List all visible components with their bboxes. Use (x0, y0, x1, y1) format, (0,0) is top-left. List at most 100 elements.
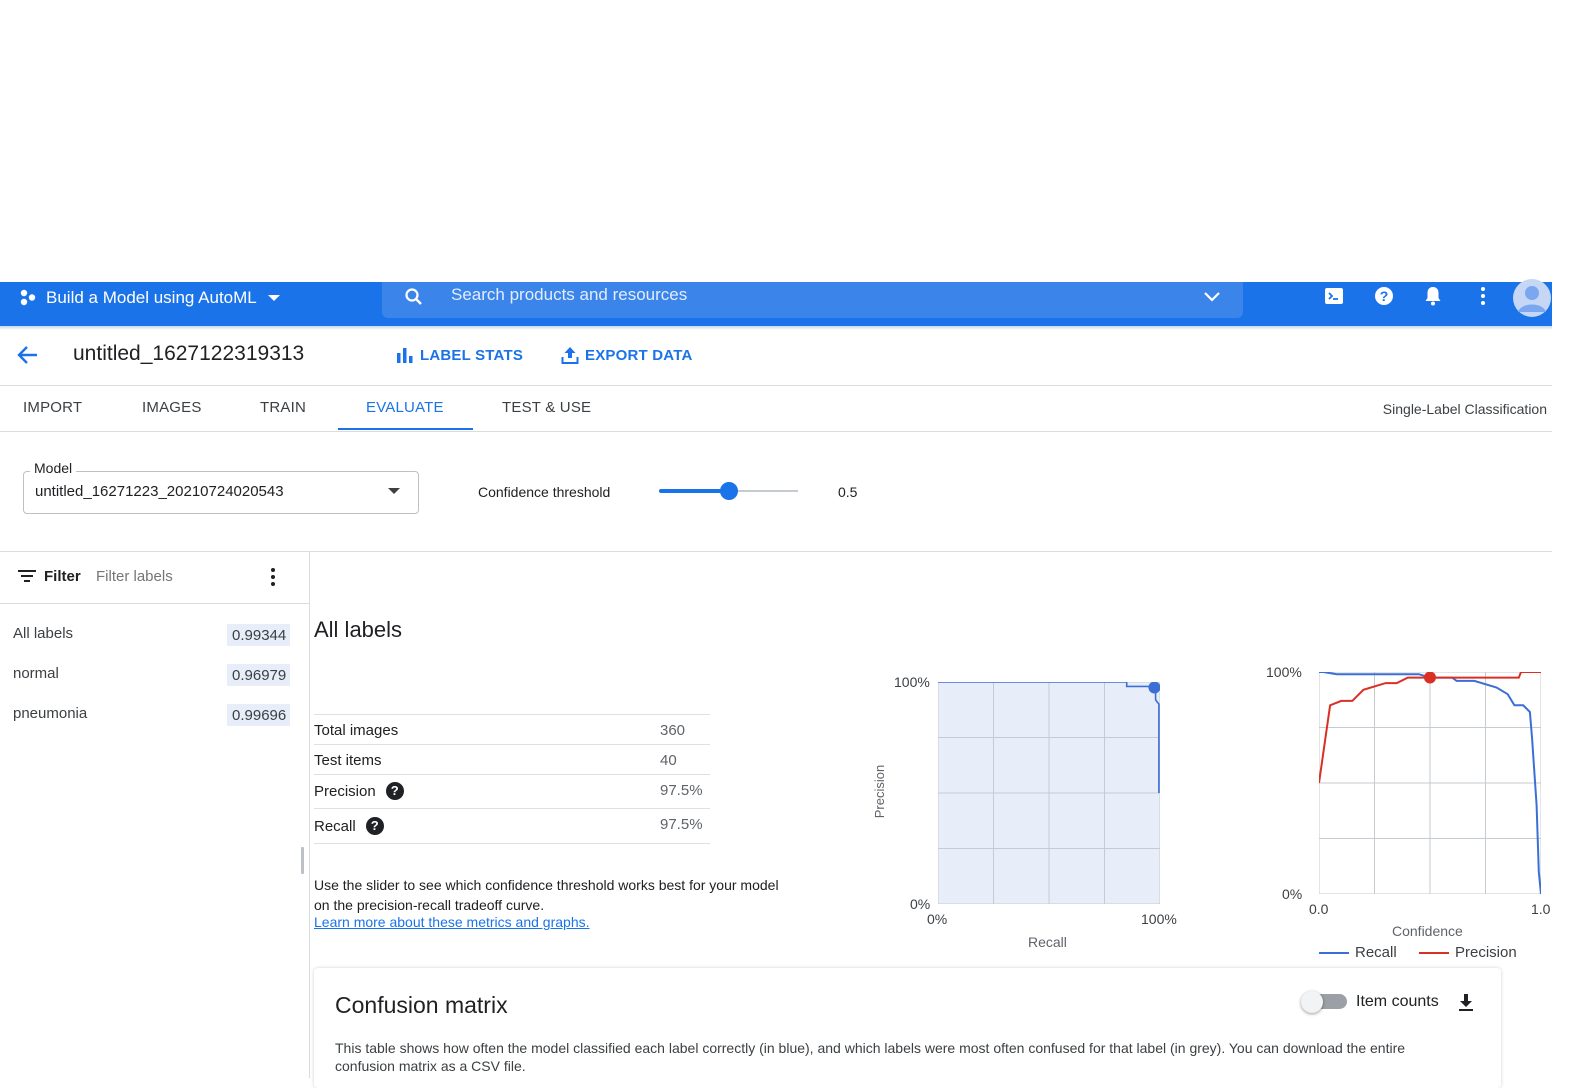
precision-recall-chart (938, 682, 1160, 904)
search-input[interactable]: Search products and resources (451, 285, 687, 305)
topbar-shadow (0, 326, 1552, 330)
metric-value: 97.5% (660, 782, 703, 799)
more-vert-icon[interactable] (1471, 284, 1495, 308)
pr-y-top-tick: 100% (894, 674, 930, 690)
item-counts-label: Item counts (1356, 993, 1439, 1010)
label-name: All labels (13, 625, 74, 642)
conf-y-top-tick: 100% (1266, 664, 1302, 680)
notifications-icon[interactable] (1421, 284, 1445, 308)
tab-evaluate[interactable]: EVALUATE (366, 399, 444, 416)
label-score: 0.96979 (227, 664, 290, 686)
export-data-label: EXPORT DATA (585, 346, 693, 364)
dropdown-arrow-icon (267, 291, 281, 305)
tab-images[interactable]: IMAGES (142, 399, 202, 416)
filter-divider (0, 603, 309, 604)
tabs-divider (0, 431, 1552, 432)
confusion-matrix-description: This table shows how often the model cla… (335, 1040, 1406, 1056)
precision-swatch (1419, 951, 1449, 954)
top-app-bar: Build a Model using AutoML Search produc… (0, 279, 1552, 326)
confusion-matrix-title: Confusion matrix (335, 992, 508, 1018)
label-name: normal (13, 665, 59, 682)
confusion-matrix-description-cont: confusion matrix as a CSV file. (335, 1058, 526, 1074)
label-score: 0.99344 (227, 624, 290, 646)
model-select-value: untitled_16271223_20210724020543 (35, 483, 284, 500)
metric-key: Precision (314, 782, 376, 800)
metric-row-recall: Recall? 97.5% (314, 808, 710, 844)
svg-text:?: ? (1380, 288, 1389, 304)
pr-x-right-tick: 100% (1141, 911, 1177, 927)
project-name: Build a Model using AutoML (46, 288, 257, 307)
legend-recall-label: Recall (1355, 944, 1397, 961)
metric-value: 360 (660, 722, 686, 739)
task-type-label: Single-Label Classification (1382, 401, 1547, 417)
metric-key: Test items (314, 752, 382, 769)
label-stats-button[interactable]: LABEL STATS (396, 346, 523, 364)
conf-x-right-tick: 1.0 (1531, 901, 1551, 917)
metric-value: 97.5% (660, 816, 703, 833)
download-icon[interactable] (1457, 993, 1475, 1013)
search-icon (404, 287, 424, 307)
legend-precision: Precision (1419, 944, 1517, 961)
recall-swatch (1319, 951, 1349, 954)
metric-row-precision: Precision? 97.5% (314, 774, 710, 808)
metric-key: Recall (314, 817, 356, 835)
tab-import[interactable]: IMPORT (23, 399, 82, 416)
label-item-normal[interactable]: normal 0.96979 (0, 662, 300, 698)
account-avatar[interactable] (1512, 278, 1552, 318)
chevron-down-icon[interactable] (387, 486, 401, 496)
header-divider (0, 385, 1552, 386)
project-icon (18, 288, 38, 308)
back-arrow-icon[interactable] (16, 344, 40, 366)
learn-more-link[interactable]: Learn more about these metrics and graph… (314, 914, 590, 930)
section-title: All labels (314, 617, 403, 642)
metric-key-wrap: Precision? (314, 782, 404, 800)
left-panel-divider (309, 552, 310, 1078)
filter-labels-input[interactable] (96, 568, 246, 585)
export-icon (561, 346, 579, 364)
tab-train[interactable]: TRAIN (260, 399, 306, 416)
panel-resize-handle[interactable] (301, 847, 304, 874)
label-item-all[interactable]: All labels 0.99344 (0, 622, 300, 658)
metric-value: 40 (660, 752, 677, 769)
confidence-threshold-marker[interactable] (1424, 672, 1436, 684)
more-vert-icon[interactable] (264, 567, 282, 587)
label-stats-label: LABEL STATS (420, 346, 524, 364)
confidence-value: 0.5 (838, 484, 858, 500)
item-counts-toggle-knob[interactable] (1301, 991, 1323, 1013)
metric-row-test-items: Test items 40 (314, 744, 710, 774)
pr-y-axis-label: Precision (872, 764, 888, 819)
help-icon[interactable]: ? (1372, 284, 1396, 308)
cloud-shell-icon[interactable] (1322, 284, 1346, 308)
model-select-label: Model (30, 460, 77, 476)
dataset-title: untitled_1627122319313 (73, 342, 305, 365)
conf-x-left-tick: 0.0 (1309, 901, 1329, 917)
label-item-pneumonia[interactable]: pneumonia 0.99696 (0, 702, 300, 738)
confidence-slider-thumb[interactable] (720, 482, 738, 500)
project-selector[interactable]: Build a Model using AutoML (18, 282, 281, 314)
bar-chart-icon (396, 346, 414, 364)
controls-divider (0, 551, 1552, 552)
metric-row-total-images: Total images 360 (314, 714, 710, 744)
filter-label: Filter (44, 568, 81, 585)
conf-y-bottom-tick: 0% (1282, 886, 1303, 902)
metric-key-wrap: Recall? (314, 817, 384, 835)
slider-fill (659, 489, 729, 493)
expand-search-icon[interactable] (1202, 289, 1222, 305)
tab-test-use[interactable]: TEST & USE (502, 399, 591, 416)
legend-precision-label: Precision (1455, 944, 1517, 961)
help-icon[interactable]: ? (385, 782, 404, 800)
confidence-chart (1319, 672, 1541, 894)
conf-x-axis-label: Confidence (1392, 923, 1463, 939)
label-score: 0.99696 (227, 704, 290, 726)
search-bar[interactable]: Search products and resources (382, 282, 1243, 318)
confidence-threshold-label: Confidence threshold (478, 484, 611, 500)
metrics-description: Use the slider to see which confidence t… (314, 877, 779, 913)
pr-x-axis-label: Recall (1028, 934, 1067, 950)
export-data-button[interactable]: EXPORT DATA (561, 346, 692, 364)
legend-recall: Recall (1319, 944, 1397, 961)
help-icon[interactable]: ? (365, 817, 384, 835)
label-name: pneumonia (13, 705, 88, 722)
active-tab-indicator (338, 428, 473, 430)
filter-icon[interactable] (18, 569, 36, 583)
metric-key: Total images (314, 722, 399, 739)
